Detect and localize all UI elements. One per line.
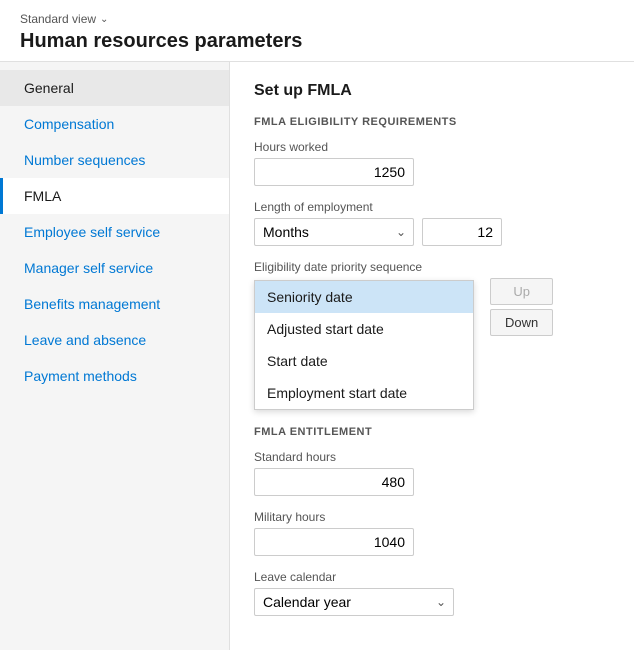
sidebar-item-general[interactable]: General	[0, 70, 229, 106]
leave-calendar-group: Leave calendar Calendar year Fiscal year…	[254, 570, 610, 616]
eligibility-option-seniority[interactable]: Seniority date	[255, 281, 473, 313]
military-hours-input[interactable]	[254, 528, 414, 556]
sidebar-item-label: Employee self service	[24, 224, 160, 240]
standard-view-button[interactable]: Standard view ⌄	[20, 12, 614, 26]
hours-worked-group: Hours worked	[254, 140, 610, 186]
sidebar-item-label: Payment methods	[24, 368, 137, 384]
sidebar-item-label: Number sequences	[24, 152, 145, 168]
sidebar-item-benefits-management[interactable]: Benefits management	[0, 286, 229, 322]
sidebar-item-manager-self-service[interactable]: Manager self service	[0, 250, 229, 286]
eligibility-dropdown-popup: Seniority date Adjusted start date Start…	[254, 280, 474, 410]
sidebar-item-compensation[interactable]: Compensation	[0, 106, 229, 142]
length-row: Months Years Days ⌄	[254, 218, 610, 246]
content-area: General Compensation Number sequences FM…	[0, 62, 634, 650]
eligibility-option-start-date[interactable]: Start date	[255, 345, 473, 377]
sidebar-item-fmla[interactable]: FMLA	[0, 178, 229, 214]
hours-worked-label: Hours worked	[254, 140, 610, 154]
sidebar-item-label: FMLA	[24, 188, 61, 204]
standard-view-label: Standard view	[20, 12, 96, 26]
military-hours-label: Military hours	[254, 510, 610, 524]
standard-hours-input[interactable]	[254, 468, 414, 496]
length-dropdown[interactable]: Months Years Days	[254, 218, 414, 246]
main-content: Set up FMLA FMLA ELIGIBILITY REQUIREMENT…	[230, 62, 634, 650]
up-down-buttons: Up Down	[490, 278, 553, 336]
page-title: Human resources parameters	[20, 30, 614, 53]
sidebar-item-payment-methods[interactable]: Payment methods	[0, 358, 229, 394]
leave-calendar-dropdown-wrapper: Calendar year Fiscal year ⌄	[254, 588, 454, 616]
section-title: Set up FMLA	[254, 82, 610, 100]
down-button[interactable]: Down	[490, 309, 553, 336]
leave-calendar-dropdown[interactable]: Calendar year Fiscal year	[254, 588, 454, 616]
chevron-down-icon: ⌄	[100, 14, 108, 25]
sidebar-item-label: Manager self service	[24, 260, 153, 276]
eligibility-option-employment-start[interactable]: Employment start date	[255, 377, 473, 409]
entitlement-section: FMLA ENTITLEMENT Standard hours Military…	[254, 426, 610, 616]
sidebar-item-label: Compensation	[24, 116, 114, 132]
sidebar-item-number-sequences[interactable]: Number sequences	[0, 142, 229, 178]
page-header: Standard view ⌄ Human resources paramete…	[0, 0, 634, 62]
length-number-input[interactable]	[422, 218, 502, 246]
sidebar-item-leave-and-absence[interactable]: Leave and absence	[0, 322, 229, 358]
sidebar-item-label: Leave and absence	[24, 332, 146, 348]
sidebar: General Compensation Number sequences FM…	[0, 62, 230, 650]
standard-hours-label: Standard hours	[254, 450, 610, 464]
length-of-employment-label: Length of employment	[254, 200, 610, 214]
hours-worked-input[interactable]	[254, 158, 414, 186]
sidebar-item-label: General	[24, 80, 74, 96]
entitlement-section-label: FMLA ENTITLEMENT	[254, 426, 610, 438]
eligibility-option-adjusted-start[interactable]: Adjusted start date	[255, 313, 473, 345]
length-of-employment-group: Length of employment Months Years Days ⌄	[254, 200, 610, 246]
length-dropdown-wrapper: Months Years Days ⌄	[254, 218, 414, 246]
eligibility-date-group: Eligibility date priority sequence Senio…	[254, 260, 610, 410]
leave-calendar-label: Leave calendar	[254, 570, 610, 584]
sidebar-item-label: Benefits management	[24, 296, 160, 312]
up-button[interactable]: Up	[490, 278, 553, 305]
military-hours-group: Military hours	[254, 510, 610, 556]
eligibility-date-label: Eligibility date priority sequence	[254, 260, 610, 274]
sidebar-item-employee-self-service[interactable]: Employee self service	[0, 214, 229, 250]
eligibility-section-label: FMLA ELIGIBILITY REQUIREMENTS	[254, 116, 610, 128]
standard-hours-group: Standard hours	[254, 450, 610, 496]
